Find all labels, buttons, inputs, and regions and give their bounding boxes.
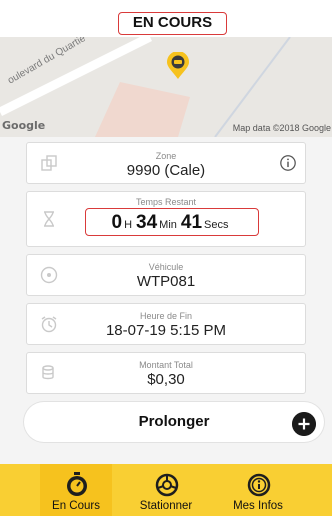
- minutes-unit: Min: [159, 219, 177, 231]
- vehicle-value: WTP081: [136, 273, 196, 290]
- nav-mes-infos-label: Mes Infos: [233, 500, 283, 512]
- page-title: EN COURS: [118, 12, 227, 35]
- google-logo: Google: [2, 119, 46, 132]
- stopwatch-icon: [67, 472, 87, 496]
- end-time-label: Heure de Fin: [139, 311, 193, 321]
- end-time-card: Heure de Fin 18-07-19 5:15 PM: [26, 303, 306, 345]
- top-bar: EN COURS: [0, 0, 332, 37]
- total-value: $0,30: [147, 371, 185, 388]
- zone-card: Zone 9990 (Cale): [26, 142, 306, 184]
- nav-en-cours[interactable]: En Cours: [40, 464, 112, 516]
- minutes-value: 34: [136, 212, 158, 233]
- steering-wheel-icon: [155, 473, 179, 497]
- zone-value: 9990 (Cale): [126, 162, 206, 179]
- seconds-unit: Secs: [204, 219, 229, 231]
- zone-label: Zone: [155, 151, 177, 161]
- info-badge-icon: [247, 473, 271, 497]
- bottom-nav: En Cours Stationner Mes Infos: [0, 464, 332, 516]
- nav-stationner-label: Stationner: [139, 500, 193, 512]
- vehicle-label: Véhicule: [148, 262, 184, 272]
- vehicle-card: Véhicule WTP081: [26, 254, 306, 296]
- total-label: Montant Total: [139, 360, 193, 370]
- hours-value: 0: [111, 212, 123, 233]
- hourglass-icon: [44, 211, 54, 227]
- seconds-value: 41: [180, 212, 203, 233]
- extend-button[interactable]: Prolonger: [24, 402, 324, 442]
- remaining-label: Temps Restant: [135, 197, 197, 207]
- nav-en-cours-label: En Cours: [52, 500, 100, 512]
- car-location-pin-icon[interactable]: [164, 52, 192, 80]
- remaining-time-card: 0 H 34 Min 41 Secs Temps Restant: [26, 191, 306, 247]
- map-view[interactable]: oulevard du Quartie Google Map data ©201…: [0, 37, 332, 137]
- info-icon[interactable]: [279, 154, 297, 172]
- hours-unit: H: [124, 219, 133, 231]
- map-attribution: Map data ©2018 Google: [232, 123, 331, 133]
- plus-icon[interactable]: [292, 412, 316, 436]
- remaining-time-value: 0 H 34 Min 41 Secs: [86, 212, 258, 234]
- nav-stationner[interactable]: Stationner: [130, 464, 202, 516]
- timer-highlight: 0 H 34 Min 41 Secs: [85, 208, 259, 236]
- extend-label: Prolonger: [138, 413, 210, 430]
- end-time-value: 18-07-19 5:15 PM: [105, 322, 227, 339]
- total-card: Montant Total $0,30: [26, 352, 306, 394]
- nav-mes-infos[interactable]: Mes Infos: [222, 464, 294, 516]
